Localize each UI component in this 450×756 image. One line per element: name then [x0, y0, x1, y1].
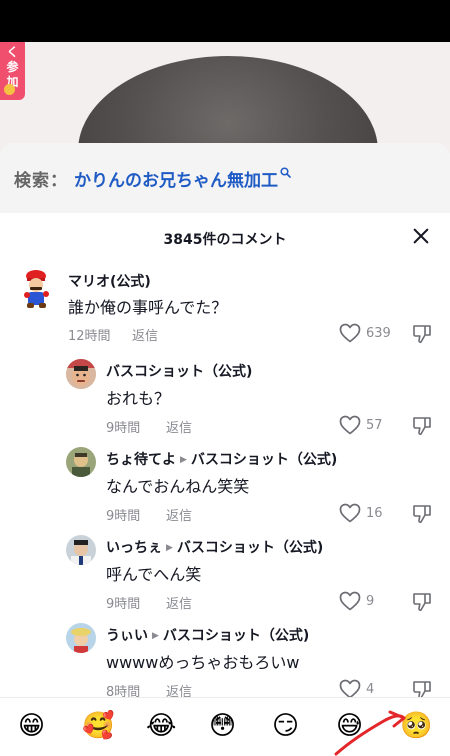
comment-time: 9時間 — [106, 509, 141, 524]
comment-author: いっちぇ ▶ バスコショット（公式) — [106, 537, 323, 557]
avatar[interactable] — [66, 535, 96, 565]
close-icon[interactable] — [410, 225, 432, 247]
thumbs-down-icon[interactable] — [412, 592, 432, 616]
coin-icon — [4, 84, 15, 95]
like-count: 639 — [366, 326, 391, 341]
comment-author: ちょ待てよ ▶ バスコショット（公式) — [106, 449, 337, 469]
search-prefix-label: 検索： — [14, 170, 68, 191]
reply-button[interactable]: 返信 — [166, 505, 192, 524]
comment-text: おれも？ — [106, 389, 171, 408]
avatar[interactable] — [66, 623, 96, 653]
reply-arrow-icon: ▶ — [180, 455, 187, 465]
comments-header: 3845件のコメント — [0, 213, 450, 263]
reply-item: いっちぇ ▶ バスコショット（公式) 呼んでへん笑 9時間 返信 9 — [66, 535, 450, 625]
reply-button[interactable]: 返信 — [166, 593, 192, 612]
thumbs-down-icon[interactable] — [412, 416, 432, 440]
avatar[interactable] — [14, 267, 58, 311]
reply-to-name[interactable]: バスコショット（公式) — [191, 452, 337, 468]
comment-time: 9時間 — [106, 421, 141, 436]
reply-item: バスコショット（公式) おれも？ 9時間 返信 57 — [66, 359, 450, 449]
emoji-pleading[interactable]: 🥺 — [400, 710, 432, 742]
heart-icon[interactable] — [339, 323, 361, 347]
related-search-bar[interactable]: 検索： かりんのお兄ちゃん無加工 — [0, 143, 450, 213]
emoji-smiling-hearts[interactable]: 🥰 — [82, 710, 114, 742]
reply-arrow-icon: ▶ — [166, 543, 173, 553]
heart-icon[interactable] — [339, 415, 361, 439]
emoji-quick-bar: 😁 🥰 😂 😳 😏 😅 🥺 — [0, 697, 450, 756]
comment-text: 誰か俺の事呼んでた？ — [68, 298, 228, 317]
heart-icon[interactable] — [339, 591, 361, 615]
comment-time: 12時間 — [68, 329, 111, 344]
reply-to-name[interactable]: バスコショット（公式) — [177, 540, 323, 556]
comment-text: なんでおんねん笑笑 — [106, 477, 250, 496]
comment-text: 呼んでへん笑 — [106, 565, 202, 584]
comment-author-name[interactable]: うぃい — [106, 628, 148, 644]
comment-author: うぃい ▶ バスコショット（公式) — [106, 625, 309, 645]
emoji-joy[interactable]: 😂 — [146, 710, 176, 742]
comment-count-title: 3845件のコメント — [163, 232, 287, 248]
like-count: 9 — [366, 594, 375, 609]
reply-button[interactable]: 返信 — [132, 325, 158, 344]
comment-sheet: 検索： かりんのお兄ちゃん無加工 3845件のコメント マリオ(公式) 誰か俺の… — [0, 143, 450, 756]
reply-button[interactable]: 返信 — [166, 417, 192, 436]
comment-time: 9時間 — [106, 597, 141, 612]
search-term-link[interactable]: かりんのお兄ちゃん無加工 — [74, 166, 278, 191]
comment-author[interactable]: バスコショット（公式) — [106, 361, 252, 381]
comment-author-name[interactable]: ちょ待てよ — [106, 452, 176, 468]
like-count: 16 — [366, 506, 383, 521]
heart-icon[interactable] — [339, 503, 361, 527]
like-count: 57 — [366, 418, 383, 433]
status-bar — [0, 0, 450, 42]
reply-arrow-icon: ▶ — [152, 631, 159, 641]
emoji-smirk[interactable]: 😏 — [272, 710, 299, 742]
avatar[interactable] — [66, 447, 96, 477]
comment-author-name[interactable]: いっちぇ — [106, 540, 162, 556]
like-count: 4 — [366, 682, 375, 697]
comment-item: マリオ(公式) 誰か俺の事呼んでた？ 12時間 返信 639 — [14, 267, 450, 357]
thumbs-down-icon[interactable] — [412, 504, 432, 528]
emoji-grin[interactable]: 😁 — [18, 710, 45, 742]
reply-item: ちょ待てよ ▶ バスコショット（公式) なんでおんねん笑笑 9時間 返信 16 — [66, 447, 450, 537]
emoji-sweat-smile[interactable]: 😅 — [336, 710, 363, 742]
thumbs-down-icon[interactable] — [412, 324, 432, 348]
comment-text: wwwwめっちゃおもろいw — [106, 653, 300, 672]
avatar[interactable] — [66, 359, 96, 389]
emoji-flushed[interactable]: 😳 — [209, 710, 236, 742]
comment-author[interactable]: マリオ(公式) — [68, 271, 151, 291]
reply-to-name[interactable]: バスコショット（公式) — [163, 628, 309, 644]
search-icon — [280, 167, 291, 181]
